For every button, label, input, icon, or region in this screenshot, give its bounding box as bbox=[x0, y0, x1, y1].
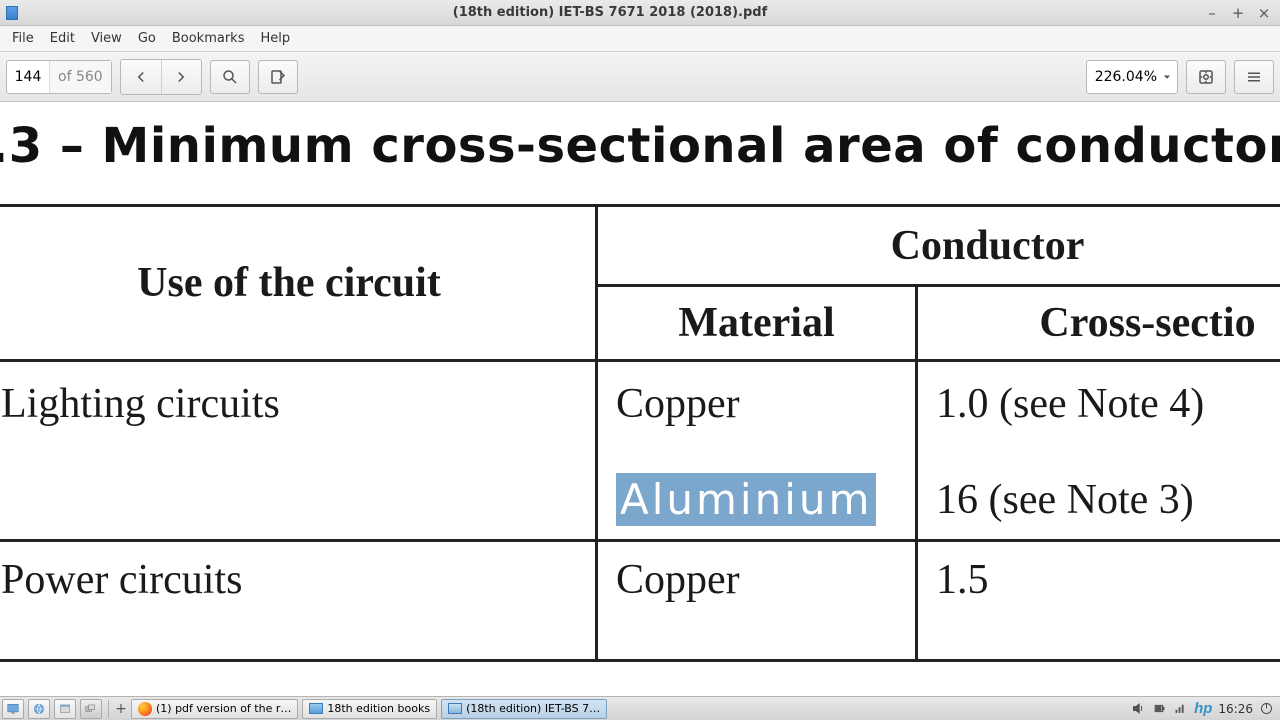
add-launcher-button[interactable]: + bbox=[113, 701, 129, 717]
menu-icon bbox=[1245, 68, 1263, 86]
document-viewport[interactable]: .3 – Minimum cross-sectional area of con… bbox=[0, 102, 1280, 696]
close-button[interactable]: × bbox=[1256, 4, 1272, 22]
task-item-firefox[interactable]: (1) pdf version of the r… bbox=[131, 699, 298, 719]
browser-launcher[interactable] bbox=[28, 699, 50, 719]
cell-mat-1: Copper bbox=[597, 361, 917, 461]
search-icon bbox=[221, 68, 239, 86]
folder-icon bbox=[309, 703, 323, 714]
cell-cs-2: 16 (see Note 3) bbox=[917, 461, 1280, 541]
chevron-down-icon bbox=[1161, 71, 1173, 83]
cell-cs-3: 1.5 bbox=[917, 541, 1280, 661]
windows-icon bbox=[84, 702, 98, 716]
task-label-3: (18th edition) IET-BS 7… bbox=[466, 702, 600, 715]
zoom-value: 226.04% bbox=[1095, 69, 1157, 85]
gear-box-icon bbox=[1197, 68, 1215, 86]
chevron-right-icon bbox=[172, 68, 190, 86]
firefox-icon bbox=[138, 702, 152, 716]
toolbar: of 560 226.04% bbox=[0, 52, 1280, 102]
menu-bar: File Edit View Go Bookmarks Help bbox=[0, 26, 1280, 52]
page-selector: of 560 bbox=[6, 60, 112, 94]
minimize-button[interactable]: – bbox=[1204, 4, 1220, 22]
task-item-pdf-active[interactable]: (18th edition) IET-BS 7… bbox=[441, 699, 607, 719]
menu-view[interactable]: View bbox=[85, 29, 128, 48]
show-desktop-button[interactable] bbox=[2, 699, 24, 719]
taskbar: + (1) pdf version of the r… 18th edition… bbox=[0, 696, 1280, 720]
maximize-button[interactable]: + bbox=[1230, 4, 1246, 22]
selected-text[interactable]: Aluminium bbox=[616, 473, 876, 526]
page-total-label: of 560 bbox=[49, 61, 111, 93]
header-material: Material bbox=[597, 286, 917, 361]
network-icon[interactable] bbox=[1173, 701, 1188, 716]
files-icon bbox=[58, 702, 72, 716]
conductors-table: Use of the circuit Conductor Material Cr… bbox=[0, 204, 1280, 662]
section-heading: .3 – Minimum cross-sectional area of con… bbox=[0, 102, 1280, 204]
taskbar-divider bbox=[108, 700, 109, 718]
cell-use-1: Lighting circuits bbox=[0, 361, 597, 541]
cell-use-3: Power circuits bbox=[0, 541, 597, 661]
page-number-input[interactable] bbox=[7, 61, 49, 93]
properties-button[interactable] bbox=[1186, 60, 1226, 94]
hamburger-menu-button[interactable] bbox=[1234, 60, 1274, 94]
header-cross-section: Cross-sectio bbox=[917, 286, 1280, 361]
file-manager-launcher[interactable] bbox=[54, 699, 76, 719]
header-use: Use of the circuit bbox=[0, 206, 597, 361]
annotate-button[interactable] bbox=[258, 60, 298, 94]
window-title: (18th edition) IET-BS 7671 2018 (2018).p… bbox=[24, 5, 1196, 20]
menu-bookmarks[interactable]: Bookmarks bbox=[166, 29, 251, 48]
power-icon[interactable] bbox=[1259, 701, 1274, 716]
desktop-icon bbox=[6, 702, 20, 716]
cell-mat-2: Aluminium bbox=[597, 461, 917, 541]
cell-mat-3: Copper bbox=[597, 541, 917, 661]
pencil-icon bbox=[269, 68, 287, 86]
battery-icon[interactable] bbox=[1152, 701, 1167, 716]
task-label-1: (1) pdf version of the r… bbox=[156, 702, 291, 715]
menu-help[interactable]: Help bbox=[254, 29, 296, 48]
app-icon bbox=[6, 6, 18, 20]
prev-page-button[interactable] bbox=[121, 60, 161, 94]
zoom-selector[interactable]: 226.04% bbox=[1086, 60, 1178, 94]
globe-icon bbox=[32, 702, 46, 716]
clock[interactable]: 16:26 bbox=[1218, 702, 1253, 716]
search-button[interactable] bbox=[210, 60, 250, 94]
menu-edit[interactable]: Edit bbox=[44, 29, 81, 48]
next-page-button[interactable] bbox=[161, 60, 201, 94]
window-titlebar: (18th edition) IET-BS 7671 2018 (2018).p… bbox=[0, 0, 1280, 26]
cell-cs-1: 1.0 (see Note 4) bbox=[917, 361, 1280, 461]
hp-logo: hp bbox=[1194, 700, 1212, 717]
volume-icon[interactable] bbox=[1131, 701, 1146, 716]
menu-file[interactable]: File bbox=[6, 29, 40, 48]
menu-go[interactable]: Go bbox=[132, 29, 162, 48]
pdf-icon bbox=[448, 703, 462, 714]
header-conductor: Conductor bbox=[597, 206, 1280, 286]
system-tray: hp 16:26 bbox=[1125, 700, 1280, 717]
task-label-2: 18th edition books bbox=[327, 702, 430, 715]
task-item-folder[interactable]: 18th edition books bbox=[302, 699, 437, 719]
window-list-button[interactable] bbox=[80, 699, 102, 719]
chevron-left-icon bbox=[132, 68, 150, 86]
